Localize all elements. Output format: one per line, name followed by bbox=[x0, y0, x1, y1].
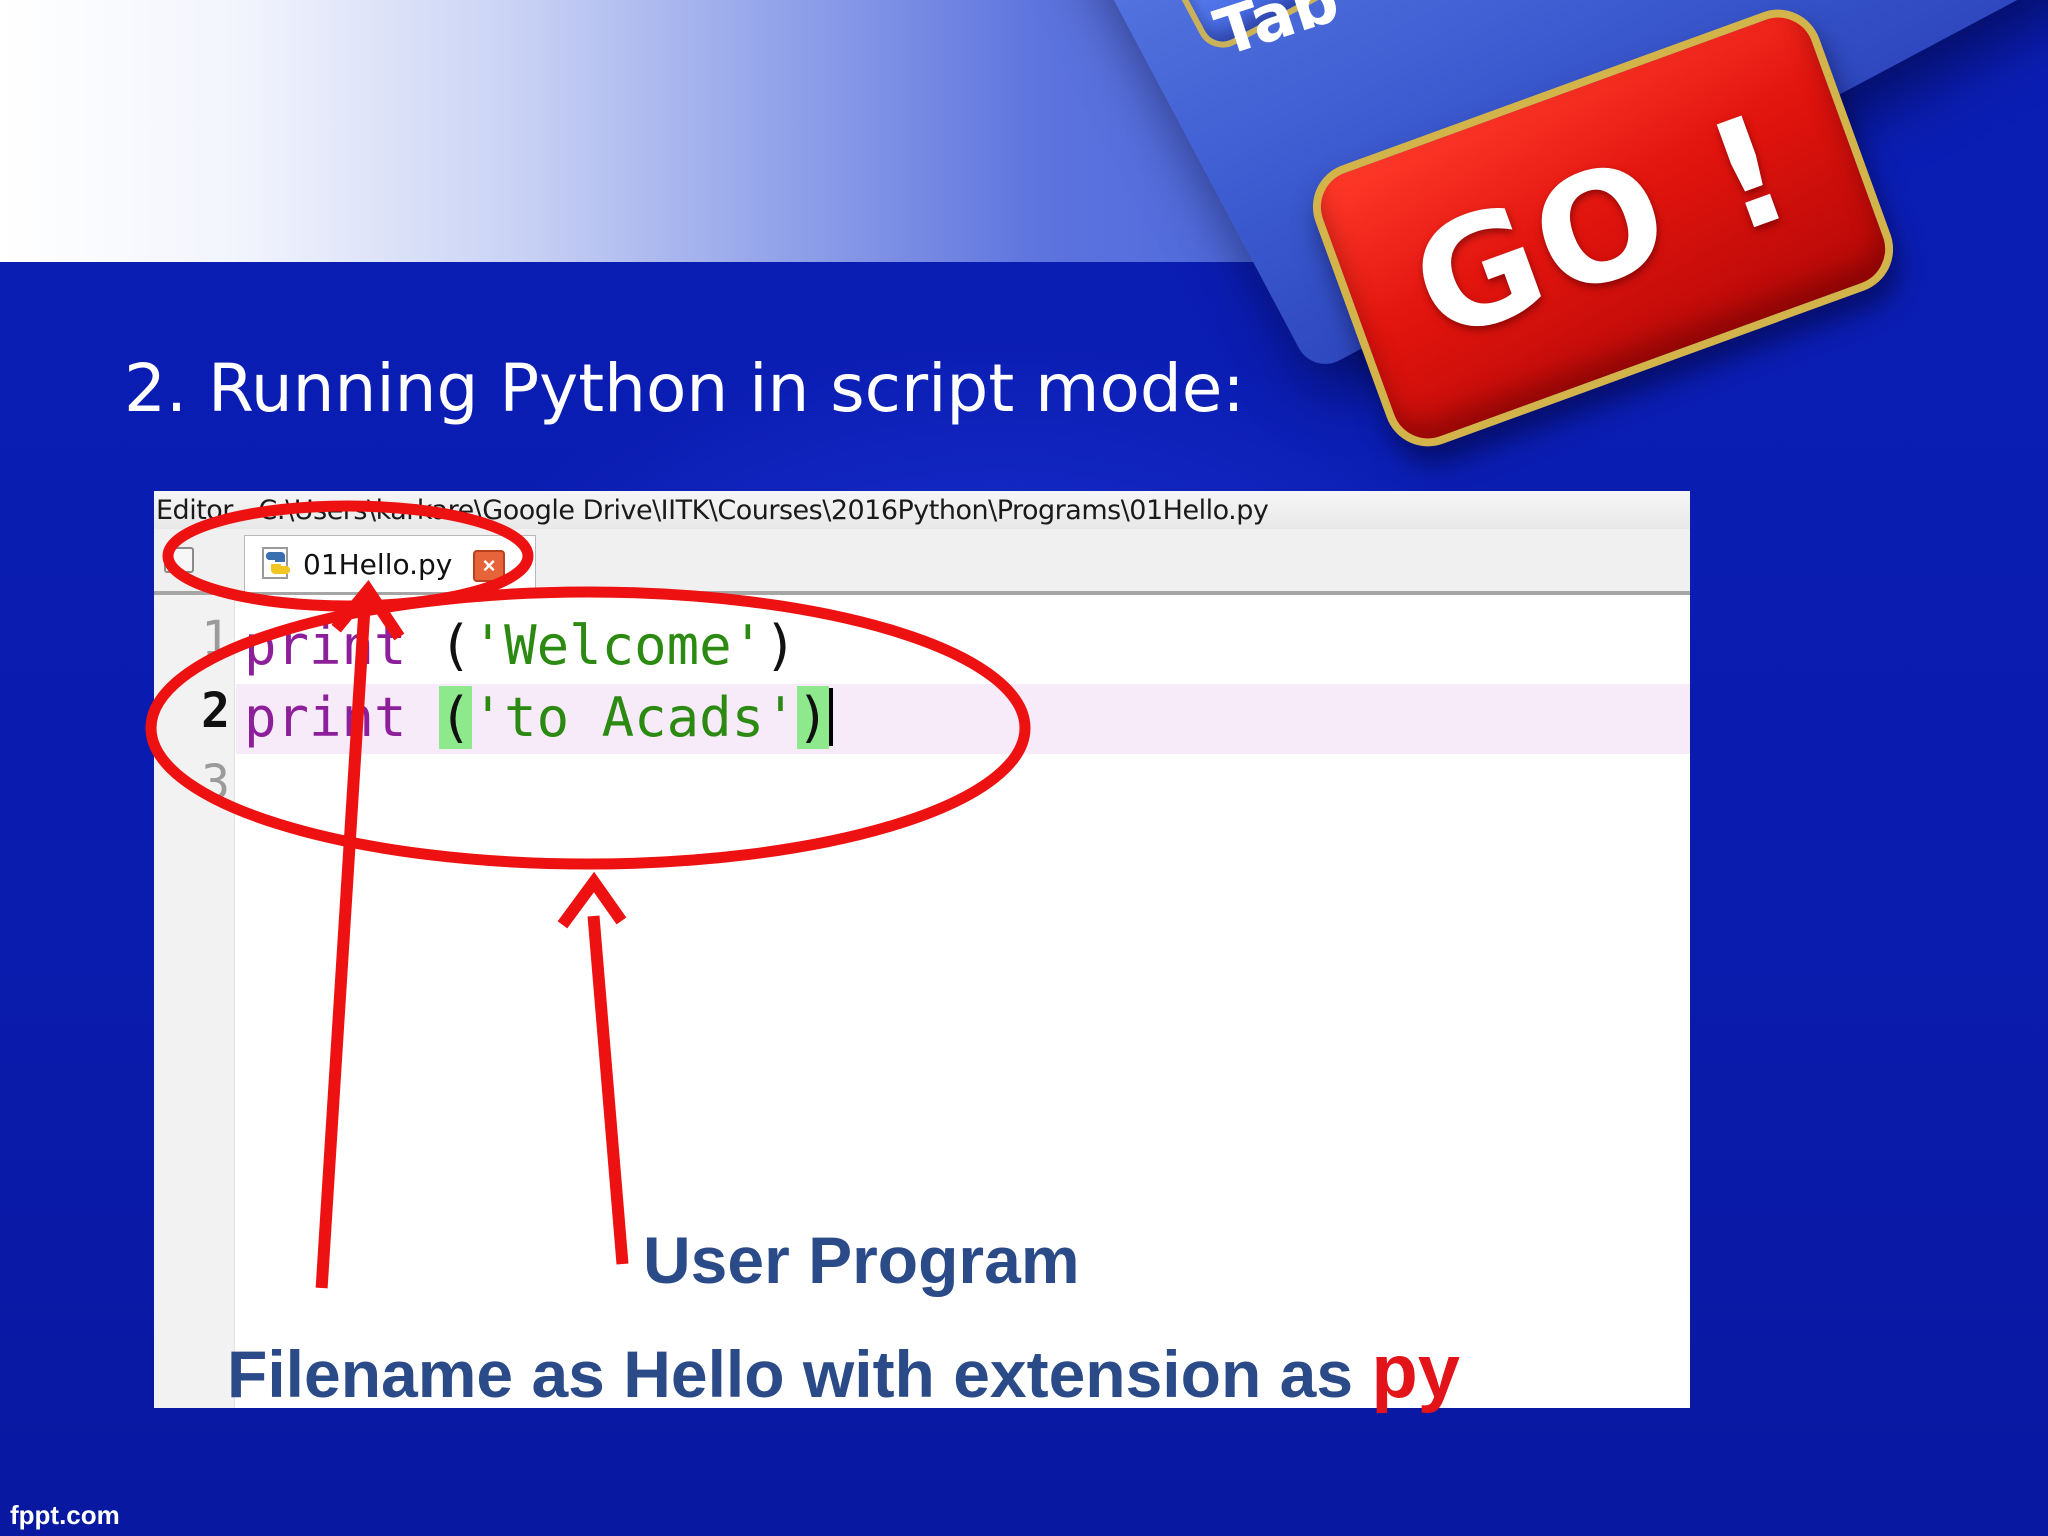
code-paren-matched: ( bbox=[439, 686, 472, 749]
code-paren: ) bbox=[764, 614, 797, 677]
line-number: 3 bbox=[201, 755, 230, 811]
tab-options-icon[interactable] bbox=[164, 547, 194, 573]
code-keyword: print bbox=[244, 686, 407, 749]
line-number: 2 bbox=[201, 683, 230, 739]
code-line-1[interactable]: print ('Welcome') bbox=[244, 614, 797, 677]
footer-brand: fppt.com bbox=[10, 1500, 120, 1530]
user-program-annotation: User Program bbox=[643, 1223, 1080, 1297]
filename-annotation: Filename as Hello with extension as py bbox=[227, 1328, 1460, 1415]
top-gradient-band bbox=[0, 0, 1300, 262]
code-line-2[interactable]: print ('to Acads') bbox=[244, 686, 834, 749]
code-string: 'to Acads' bbox=[471, 686, 797, 749]
line-number: 1 bbox=[201, 611, 230, 667]
tab-01hello[interactable]: 01Hello.py × bbox=[244, 535, 536, 592]
editor-titlebar: Editor - C:\Users\karkare\Google Drive\I… bbox=[154, 491, 1690, 530]
text-cursor bbox=[829, 688, 834, 746]
code-line-3[interactable] bbox=[244, 758, 1544, 818]
close-icon[interactable]: × bbox=[473, 550, 505, 582]
code-string: 'Welcome' bbox=[471, 614, 765, 677]
slide-title: 2. Running Python in script mode: bbox=[124, 350, 1245, 427]
extension-label: py bbox=[1371, 1329, 1461, 1414]
editor-tabbar: 01Hello.py × bbox=[154, 529, 1690, 595]
line-number-gutter: 1 2 3 bbox=[154, 595, 235, 1408]
code-paren-matched: ) bbox=[796, 686, 830, 749]
python-file-icon bbox=[262, 547, 291, 579]
tab-label: 01Hello.py bbox=[303, 548, 453, 581]
filename-annotation-text: Filename as Hello with extension as bbox=[227, 1337, 1354, 1411]
code-paren: ( bbox=[439, 614, 472, 677]
code-keyword: print bbox=[244, 614, 407, 677]
editor-title: Editor - C:\Users\karkare\Google Drive\I… bbox=[156, 495, 1269, 526]
